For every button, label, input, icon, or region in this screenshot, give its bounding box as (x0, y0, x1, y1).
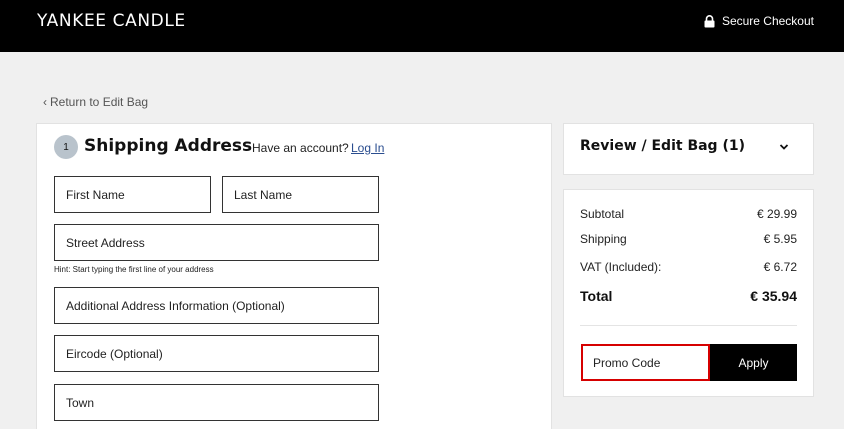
town-label: Town (66, 395, 95, 410)
additional-address-field[interactable]: Additional Address Information (Optional… (54, 287, 379, 324)
secure-checkout-indicator: Secure Checkout (704, 14, 814, 28)
shipping-label: Shipping (580, 232, 627, 246)
shipping-value: € 5.95 (763, 232, 797, 246)
vat-row: VAT (Included): € 6.72 (580, 260, 797, 274)
last-name-label: Last Name (234, 187, 293, 202)
login-link[interactable]: Log In (351, 141, 384, 155)
subtotal-value: € 29.99 (756, 207, 797, 221)
review-bag-toggle[interactable]: Review / Edit Bag (1) (563, 123, 814, 175)
subtotal-label: Subtotal (580, 207, 625, 221)
shipping-address-card: 1 Shipping Address Have an account? Log … (36, 123, 552, 429)
street-address-field[interactable]: Street Address (54, 224, 379, 261)
first-name-field[interactable]: First Name (54, 176, 211, 213)
return-to-bag-link[interactable]: ‹ Return to Edit Bag (43, 95, 148, 109)
vat-value: € 6.72 (763, 260, 797, 274)
order-summary-card: Subtotal € 29.99 Shipping € 5.95 VAT (In… (563, 189, 814, 397)
brand-logo[interactable]: YANKEE CANDLE (37, 11, 186, 31)
lock-icon (704, 14, 715, 27)
shipping-title: Shipping Address (84, 136, 253, 156)
additional-address-label: Additional Address Information (Optional… (66, 298, 285, 313)
vat-label: VAT (Included): (580, 260, 662, 274)
total-value: € 35.94 (750, 288, 797, 304)
secure-checkout-label: Secure Checkout (721, 14, 814, 28)
eircode-field[interactable]: Eircode (Optional) (54, 335, 379, 372)
total-label: Total (580, 288, 613, 304)
shipping-row: Shipping € 5.95 (580, 232, 797, 246)
chevron-left-icon: ‹ (43, 95, 47, 109)
total-row: Total € 35.94 (580, 288, 797, 304)
subtotal-row: Subtotal € 29.99 (580, 207, 797, 221)
first-name-label: First Name (66, 187, 125, 202)
summary-divider (580, 325, 797, 326)
account-prompt: Have an account? (252, 141, 349, 155)
return-to-bag-label: Return to Edit Bag (50, 95, 149, 109)
town-field[interactable]: Town (54, 384, 379, 421)
chevron-down-icon (779, 144, 789, 150)
apply-promo-button[interactable]: Apply (710, 344, 797, 381)
step-badge: 1 (54, 135, 78, 159)
review-bag-title: Review / Edit Bag (1) (580, 138, 745, 154)
last-name-field[interactable]: Last Name (222, 176, 379, 213)
site-header: YANKEE CANDLE Secure Checkout (0, 0, 844, 52)
street-address-label: Street Address (66, 235, 145, 250)
eircode-label: Eircode (Optional) (66, 346, 163, 361)
street-address-hint: Hint: Start typing the first line of you… (54, 265, 214, 274)
promo-code-input[interactable] (581, 344, 710, 381)
